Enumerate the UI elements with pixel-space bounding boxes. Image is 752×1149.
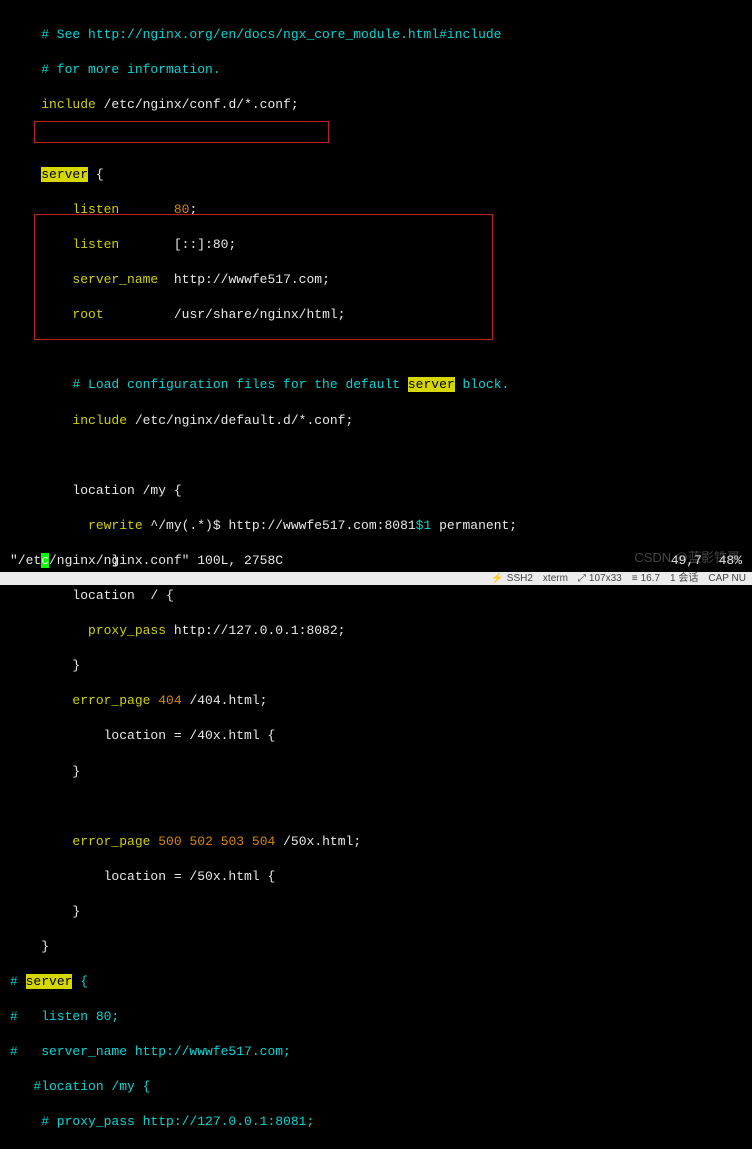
code-line: server_name http://wwwfe517.com; — [10, 271, 742, 289]
code-line: } — [10, 938, 742, 956]
cap-indicator: CAP NU — [708, 572, 746, 586]
code-line: location /my { — [10, 482, 742, 500]
code-line: # Load configuration files for the defau… — [10, 376, 742, 394]
code-line — [10, 131, 742, 149]
watermark: CSDN @蓝影铁哥 — [634, 549, 740, 567]
code-line: # listen 80; — [10, 1008, 742, 1026]
term-type: xterm — [543, 572, 568, 586]
code-line — [10, 447, 742, 465]
code-line: location / { — [10, 587, 742, 605]
code-line: listen [::]:80; — [10, 236, 742, 254]
code-line — [10, 341, 742, 359]
code-line: } — [10, 903, 742, 921]
code-line: rewrite ^/my(.*)$ http://wwwfe517.com:80… — [10, 517, 742, 535]
code-line: server { — [10, 166, 742, 184]
code-line: root /usr/share/nginx/html; — [10, 306, 742, 324]
status-file: "/etc/nginx/nginx.conf" 100L, 2758C — [10, 552, 283, 570]
code-line: location = /40x.html { — [10, 727, 742, 745]
code-line: include /etc/nginx/default.d/*.conf; — [10, 412, 742, 430]
code-line: # for more information. — [10, 61, 742, 79]
code-line: listen 80; — [10, 201, 742, 219]
code-line — [10, 798, 742, 816]
code-line: error_page 500 502 503 504 /50x.html; — [10, 833, 742, 851]
code-line: #location /my { — [10, 1078, 742, 1096]
code-line: # proxy_pass http://127.0.0.1:8081; — [10, 1113, 742, 1131]
bottom-bar: ⚡ SSH2 xterm ⤢ 107x33 ≡ 16.7 1 会话 CAP NU — [0, 572, 752, 585]
term-size: ⤢ 107x33 — [578, 572, 622, 586]
sessions: 1 会话 — [670, 572, 698, 586]
code-line: } — [10, 763, 742, 781]
code-line: proxy_pass http://127.0.0.1:8082; — [10, 622, 742, 640]
encoding: ≡ 16.7 — [632, 572, 660, 586]
code-line: include /etc/nginx/conf.d/*.conf; — [10, 96, 742, 114]
code-line: # server_name http://wwwfe517.com; — [10, 1043, 742, 1061]
code-line: # See http://nginx.org/en/docs/ngx_core_… — [10, 26, 742, 44]
code-line: # server { — [10, 973, 742, 991]
code-line: error_page 404 /404.html; — [10, 692, 742, 710]
code-line: location = /50x.html { — [10, 868, 742, 886]
code-line: } — [10, 657, 742, 675]
ssh-indicator: ⚡ SSH2 — [491, 572, 533, 586]
